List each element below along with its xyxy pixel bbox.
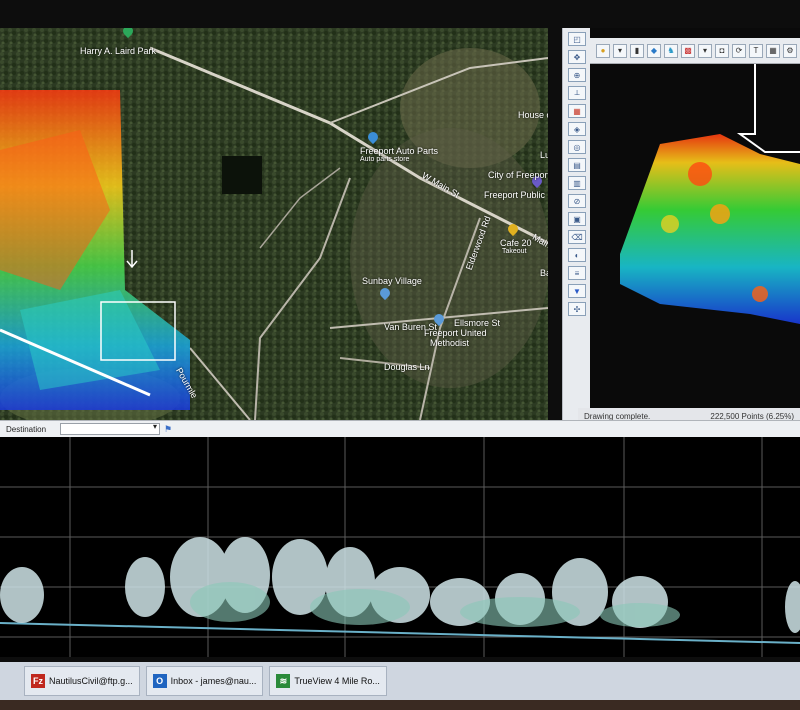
map-label-library[interactable]: Freeport Public Libr [484, 190, 548, 200]
pond [222, 156, 262, 194]
text-tool-icon[interactable]: T [749, 43, 763, 58]
fill-tool-icon[interactable]: ◐ [568, 248, 586, 262]
profile-cross-section-view[interactable] [0, 437, 800, 657]
measure-tool-icon[interactable]: ⟂ [568, 86, 586, 100]
road-label-ellsmore: Ellsmore St [454, 318, 501, 328]
link-tool-icon[interactable]: ⊘ [568, 194, 586, 208]
monitor-bezel [0, 700, 800, 710]
color-tool-icon[interactable]: ▦ [568, 104, 586, 118]
filter-tool-icon[interactable]: ▣ [568, 212, 586, 226]
taskbar-item-label: TrueView 4 Mile Ro... [294, 676, 380, 686]
taskbar-item-trueview[interactable]: ≋ TrueView 4 Mile Ro... [269, 666, 387, 696]
road-label-vanburen: Van Buren St [384, 322, 437, 332]
trueview-icon: ≋ [276, 674, 291, 688]
ramp-tool-icon[interactable]: ▼ [568, 284, 586, 298]
map-label-city[interactable]: City of Freeport [488, 170, 548, 180]
filezilla-icon: Fz [31, 674, 45, 688]
map-label-park[interactable]: Harry A. Laird Park [80, 46, 156, 56]
shade-icon[interactable]: ▮ [630, 43, 644, 58]
map-label-luc[interactable]: Luc [540, 150, 548, 160]
map-label-cafe-sub: Takeout [502, 248, 527, 255]
pan-tool-icon[interactable]: ✥ [568, 50, 586, 64]
elephant-icon[interactable]: ♞ [664, 43, 678, 58]
arrow-down-icon [126, 250, 138, 269]
flag-icon[interactable]: ⚑ [164, 424, 172, 435]
grid-tool-icon[interactable]: ▤ [568, 158, 586, 172]
dropdown-icon-2[interactable]: ▾ [698, 43, 712, 58]
taskbar-item-outlook[interactable]: O Inbox - james@nau... [145, 666, 264, 696]
taskbar: Fz NautilusCivil@ftp.g... O Inbox - jame… [0, 662, 800, 700]
palette-icon[interactable]: ▩ [681, 43, 695, 58]
satellite-map-view[interactable]: Harry A. Laird Park Freeport Auto Parts … [0, 28, 548, 420]
map-label-auto-parts-sub: Auto parts store [360, 156, 410, 163]
point-cloud-render [590, 64, 800, 424]
road-label-ba: Ba [540, 268, 548, 278]
globe-icon[interactable]: ● [596, 43, 610, 58]
taskbar-item-filezilla[interactable]: Fz NautilusCivil@ftp.g... [24, 666, 140, 696]
table-tool-icon[interactable]: ▥ [568, 176, 586, 190]
map-label-auto-parts[interactable]: Freeport Auto Parts [360, 146, 438, 156]
map-label-cafe[interactable]: Cafe 20 [500, 238, 532, 248]
map-label-house[interactable]: House of Ne [518, 110, 548, 120]
map-label-methodist-2[interactable]: Methodist [430, 338, 469, 348]
frame-icon[interactable]: ◘ [715, 43, 729, 58]
destination-label: Destination [6, 424, 47, 434]
vertical-toolbar: ◰ ✥ ⊕ ⟂ ▦ ◈ ◎ ▤ ▥ ⊘ ▣ ⌫ ◐ ≡ ▼ ✣ [562, 28, 591, 420]
rotate-icon[interactable]: ⟳ [732, 43, 746, 58]
map-label-sunbay[interactable]: Sunbay Village [362, 276, 422, 286]
outlook-icon: O [152, 674, 167, 688]
settings-icon[interactable]: ⚙ [783, 43, 797, 58]
taskbar-item-label: NautilusCivil@ftp.g... [49, 676, 133, 686]
view-toolbar: ● ▾ ▮ ◆ ♞ ▩ ▾ ◘ ⟳ T ▦ ⚙ [590, 38, 800, 64]
screen: Harry A. Laird Park Freeport Auto Parts … [0, 0, 800, 710]
road-label-douglas: Douglas Ln [384, 362, 430, 372]
dropdown-icon[interactable]: ▾ [613, 43, 627, 58]
destination-select[interactable] [60, 422, 160, 435]
taskbar-item-label: Inbox - james@nau... [170, 676, 257, 686]
lidar-coverage-overlay [0, 90, 190, 410]
point-cloud-3d-view[interactable]: ● ▾ ▮ ◆ ♞ ▩ ▾ ◘ ⟳ T ▦ ⚙ [590, 28, 800, 428]
profile-render [0, 437, 800, 657]
destination-bar: Destination ⚑ [0, 420, 800, 438]
profile-tool-icon[interactable]: ◎ [568, 140, 586, 154]
grid-view-icon[interactable]: ▦ [766, 43, 780, 58]
layers-tool-icon[interactable]: ◈ [568, 122, 586, 136]
cube-icon[interactable]: ◆ [647, 43, 661, 58]
move-tool-icon[interactable]: ✣ [568, 302, 586, 316]
eraser-tool-icon[interactable]: ⌫ [568, 230, 586, 244]
select-tool-icon[interactable]: ◰ [568, 32, 586, 46]
lines-tool-icon[interactable]: ≡ [568, 266, 586, 280]
zoom-tool-icon[interactable]: ⊕ [568, 68, 586, 82]
